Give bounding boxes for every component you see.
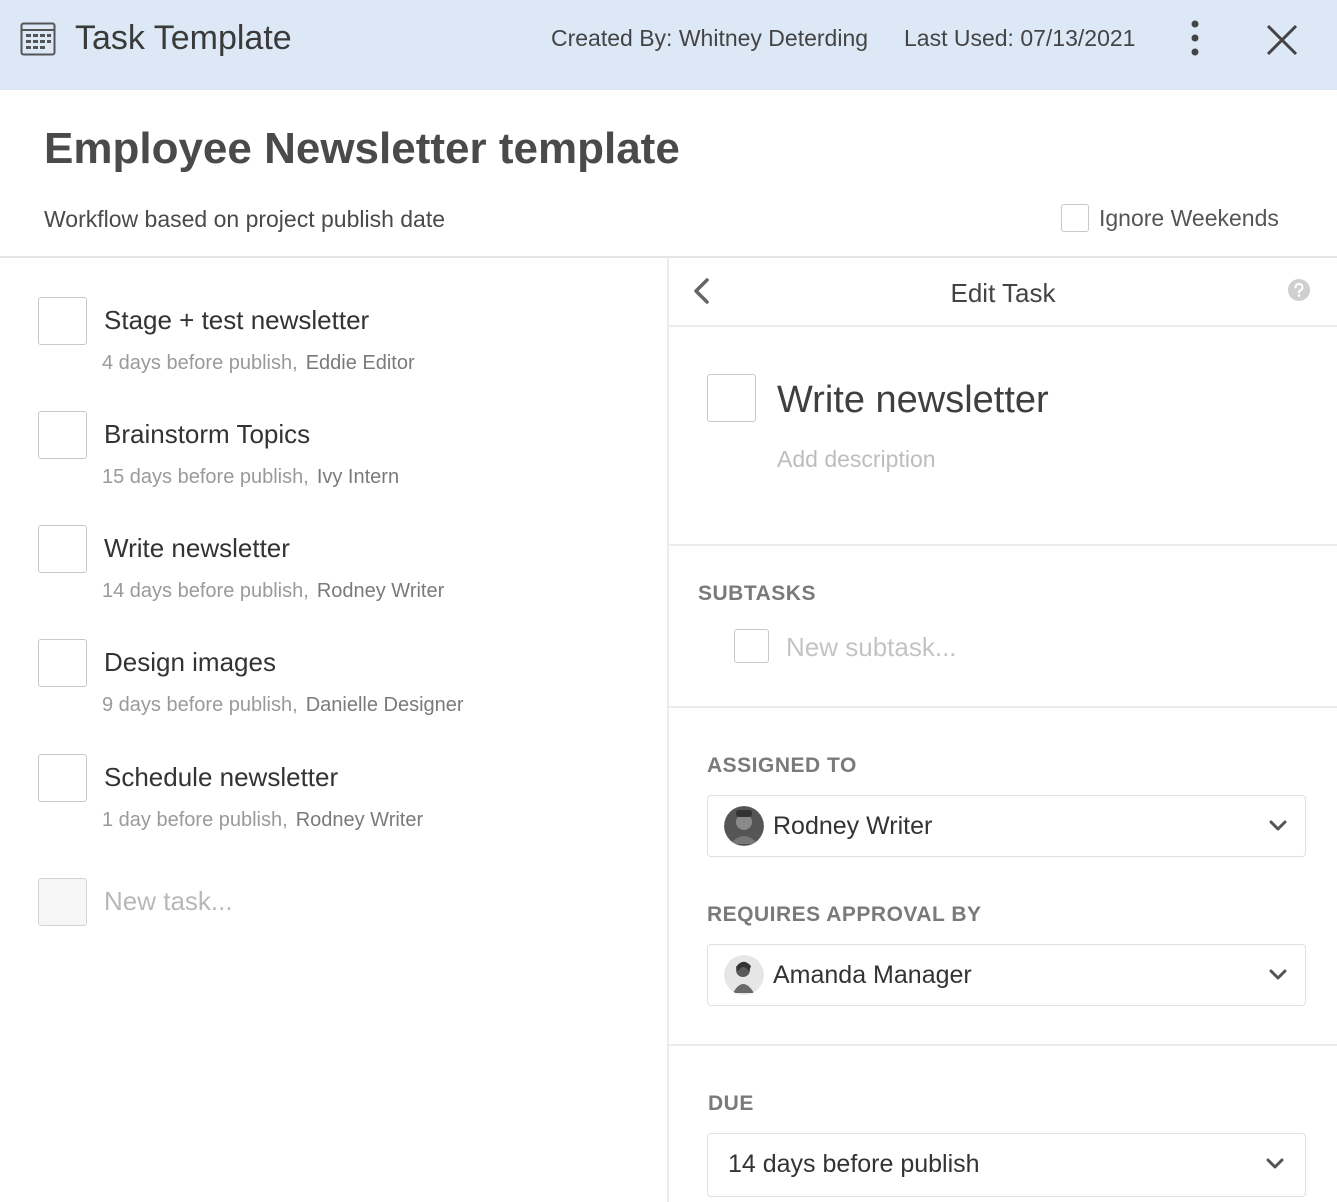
- last-used-text: Last Used: 07/13/2021: [904, 25, 1136, 51]
- section-divider: [669, 706, 1337, 708]
- new-task-input[interactable]: [104, 886, 424, 916]
- task-assignee: Rodney Writer: [295, 809, 424, 831]
- edit-task-title: Edit Task: [950, 278, 1056, 308]
- task-name: Brainstorm Topics: [104, 419, 311, 449]
- task-name: Stage + test newsletter: [104, 305, 370, 335]
- task-timing: 15 days before publish,: [102, 466, 309, 488]
- new-subtask-input[interactable]: [786, 632, 1186, 662]
- requires-approval-label: REQUIRES APPROVAL BY: [707, 903, 982, 926]
- task-timing: 9 days before publish,: [102, 694, 298, 716]
- task-checkbox[interactable]: [38, 525, 87, 573]
- chevron-down-icon: [1266, 1158, 1284, 1169]
- ignore-weekends-checkbox[interactable]: [1061, 204, 1089, 232]
- template-subtitle: Workflow based on project publish date: [44, 206, 446, 232]
- avatar: [724, 955, 764, 995]
- section-divider: [669, 1044, 1337, 1046]
- task-meta: 4 days before publish, Eddie Editor: [102, 351, 415, 375]
- task-timing: 14 days before publish,: [102, 580, 309, 602]
- chevron-down-icon: [1269, 969, 1287, 980]
- task-item[interactable]: Design images 9 days before publish, Dani…: [38, 639, 638, 739]
- task-item[interactable]: Write newsletter 14 days before publish,…: [38, 525, 638, 625]
- new-task-row: [38, 878, 438, 928]
- requires-approval-select[interactable]: Amanda Manager: [707, 944, 1306, 1006]
- edit-task-header: Edit Task: [669, 258, 1337, 326]
- task-assignee: Rodney Writer: [316, 580, 445, 602]
- task-template-window: Task Template Created By: Whitney Deterd…: [0, 0, 1337, 1202]
- requires-approval-value: Amanda Manager: [773, 961, 972, 989]
- task-assignee: Danielle Designer: [305, 694, 464, 716]
- assigned-to-value: Rodney Writer: [773, 812, 933, 840]
- avatar: [724, 806, 764, 846]
- help-button[interactable]: [1287, 278, 1311, 302]
- due-value: 14 days before publish: [728, 1150, 980, 1178]
- subtasks-label: SUBTASKS: [698, 582, 816, 605]
- description-input[interactable]: [777, 444, 1177, 474]
- close-icon: [1266, 24, 1298, 56]
- task-meta: 9 days before publish, Danielle Designer: [102, 693, 464, 717]
- edit-task-name[interactable]: Write newsletter: [777, 378, 1049, 422]
- task-name: Write newsletter: [104, 533, 290, 563]
- title-bar: Task Template Created By: Whitney Deterd…: [0, 0, 1337, 90]
- task-item[interactable]: Stage + test newsletter 4 days before pu…: [38, 297, 638, 397]
- section-divider: [669, 544, 1337, 546]
- task-item[interactable]: Schedule newsletter 1 day before publish…: [38, 754, 638, 854]
- task-checkbox[interactable]: [38, 411, 87, 459]
- due-select[interactable]: 14 days before publish: [707, 1133, 1306, 1197]
- edit-header-divider: [669, 325, 1337, 327]
- more-options-button[interactable]: [1180, 18, 1210, 58]
- task-name: Schedule newsletter: [104, 762, 339, 792]
- task-name: Design images: [104, 647, 276, 677]
- template-title: Employee Newsletter template: [44, 124, 680, 173]
- created-by-text: Created By: Whitney Deterding: [551, 25, 869, 51]
- task-assignee: Ivy Intern: [316, 466, 400, 488]
- vertical-dots-icon: [1191, 20, 1199, 56]
- task-checkbox[interactable]: [38, 297, 87, 345]
- ignore-weekends-label: Ignore Weekends: [1099, 204, 1279, 231]
- task-checkbox[interactable]: [38, 639, 87, 687]
- window-title: Task Template: [75, 19, 292, 57]
- task-assignee: Eddie Editor: [305, 352, 415, 374]
- task-item[interactable]: Brainstorm Topics 15 days before publish…: [38, 411, 638, 511]
- assigned-to-select[interactable]: Rodney Writer: [707, 795, 1306, 857]
- task-meta: 1 day before publish, Rodney Writer: [102, 808, 423, 832]
- due-label: DUE: [708, 1092, 754, 1115]
- task-meta: 14 days before publish, Rodney Writer: [102, 579, 444, 603]
- close-button[interactable]: [1262, 20, 1302, 60]
- chevron-down-icon: [1269, 820, 1287, 831]
- ignore-weekends-toggle[interactable]: Ignore Weekends: [1061, 202, 1279, 234]
- new-task-checkbox: [38, 878, 87, 926]
- task-checkbox[interactable]: [38, 754, 87, 802]
- new-subtask-checkbox: [734, 629, 769, 663]
- question-circle-icon: [1288, 279, 1310, 301]
- edit-task-checkbox[interactable]: [707, 374, 756, 422]
- column-divider: [667, 258, 669, 1202]
- task-timing: 4 days before publish,: [102, 352, 298, 374]
- assigned-to-label: ASSIGNED TO: [707, 754, 857, 777]
- task-meta: 15 days before publish, Ivy Intern: [102, 465, 399, 489]
- template-grid-icon: [20, 22, 56, 56]
- task-timing: 1 day before publish,: [102, 809, 288, 831]
